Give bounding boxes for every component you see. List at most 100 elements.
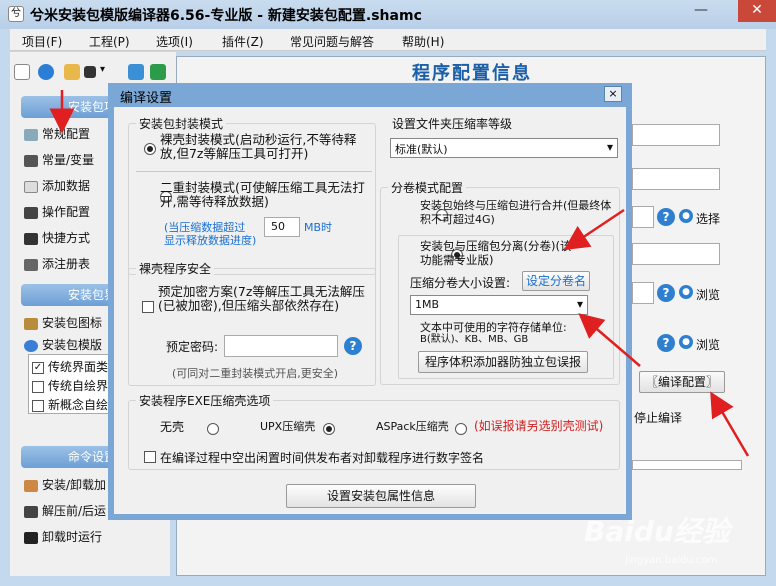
shell-security-label: 裸壳程序安全 bbox=[136, 260, 215, 277]
select-icon: ● bbox=[679, 209, 693, 223]
template-option-2[interactable]: 传统自绘界 bbox=[32, 377, 110, 394]
browse-button[interactable]: 浏览 bbox=[696, 286, 720, 303]
encrypt-label[interactable]: 预定加密方案(7z等解压工具无法解压(已被加密),但压缩头部依然存在) bbox=[158, 285, 370, 313]
config-field-1[interactable] bbox=[632, 124, 720, 146]
sidebar-item-label: 卸载时运行 bbox=[42, 530, 103, 544]
help-icon[interactable]: ? bbox=[657, 334, 675, 352]
threshold-suffix: MB时 bbox=[304, 221, 333, 234]
package-icon bbox=[24, 317, 38, 330]
split-size-label: 压缩分卷大小设置: bbox=[410, 276, 511, 290]
separator bbox=[136, 171, 372, 172]
template-option-1[interactable]: ✓ 传统界面类 bbox=[32, 358, 110, 375]
merge-label[interactable]: 安装包始终与压缩包进行合并(但最终体积不可超过4G) bbox=[420, 199, 616, 227]
sidebar-item-label: 快捷方式 bbox=[42, 231, 91, 245]
aspack-label[interactable]: ASPack压缩壳 bbox=[376, 420, 449, 434]
split-name-button[interactable]: 设定分卷名 bbox=[522, 271, 590, 291]
password-label: 预定密码: bbox=[166, 340, 219, 354]
upx-label[interactable]: UPX压缩壳 bbox=[260, 420, 315, 434]
package-properties-button[interactable]: 设置安装包属性信息 bbox=[286, 484, 476, 508]
template-option-3[interactable]: 新概念自绘 bbox=[32, 396, 110, 413]
sidebar-item-label: 安装/卸载加 bbox=[42, 478, 107, 492]
dialog-title: 编译设置 bbox=[120, 91, 173, 106]
config-field-5[interactable] bbox=[632, 282, 654, 304]
extract-icon bbox=[24, 505, 38, 518]
compress-level-label: 设置文件夹压缩率等级 bbox=[392, 117, 513, 131]
save-icon[interactable] bbox=[84, 66, 96, 78]
compress-level-select[interactable]: 标准(默认) bbox=[390, 138, 618, 158]
sidebar-item-label: 安装包模版 bbox=[42, 338, 103, 352]
split-size-select[interactable]: 1MB bbox=[410, 295, 588, 315]
select-button[interactable]: 选择 bbox=[696, 210, 720, 227]
config-field-3[interactable] bbox=[632, 206, 654, 228]
image-icon[interactable] bbox=[128, 64, 144, 80]
encrypt-checkbox[interactable] bbox=[142, 301, 154, 313]
sidebar-item-template[interactable]: 安装包模版 bbox=[24, 336, 102, 353]
sidebar-item-constants[interactable]: 常量/变量 bbox=[24, 151, 94, 168]
menu-plugins[interactable]: 插件(Z) bbox=[222, 33, 264, 50]
close-icon[interactable]: × bbox=[604, 86, 622, 102]
checkbox[interactable] bbox=[32, 399, 44, 412]
sidebar-item-label: 常规配置 bbox=[42, 127, 91, 141]
radio-upx[interactable] bbox=[323, 422, 336, 435]
exe-shell-label: 安装程序EXE压缩壳选项 bbox=[136, 392, 274, 409]
security-hint: (可同对二重封装模式开启,更安全) bbox=[172, 367, 339, 380]
anti-false-positive-button[interactable]: 程序体积添加器防独立包误报 bbox=[418, 351, 588, 373]
sidebar-item-install[interactable]: 安装/卸载加 bbox=[24, 476, 110, 493]
sidebar-item-extract[interactable]: 解压前/后运 bbox=[24, 502, 110, 519]
menu-options[interactable]: 选项(I) bbox=[156, 33, 193, 50]
new-file-icon[interactable] bbox=[14, 64, 30, 80]
menu-engineering[interactable]: 工程(P) bbox=[89, 33, 130, 50]
radio-no-shell[interactable] bbox=[207, 422, 220, 435]
menu-project[interactable]: 项目(F) bbox=[22, 33, 62, 50]
threshold-input[interactable]: 50 bbox=[264, 217, 300, 237]
double-shell-label[interactable]: 二重封装模式(可使解压缩工具无法打开,需等待释放数据) bbox=[160, 181, 370, 209]
radio-aspack[interactable] bbox=[454, 422, 467, 435]
sidebar-item-icon[interactable]: 安装包图标 bbox=[24, 314, 102, 331]
globe-icon[interactable] bbox=[38, 64, 54, 80]
checkbox[interactable] bbox=[32, 380, 44, 393]
radio-bare-shell[interactable] bbox=[144, 142, 156, 155]
build-icon[interactable] bbox=[150, 64, 166, 80]
template-icon bbox=[24, 339, 38, 352]
sidebar-item-general[interactable]: 常规配置 bbox=[24, 125, 90, 142]
sidebar-item-data[interactable]: 添加数据 bbox=[24, 177, 90, 194]
close-window-button[interactable]: ✕ bbox=[738, 0, 776, 22]
sidebar-item-shortcut[interactable]: 快捷方式 bbox=[24, 229, 90, 246]
config-field-4[interactable] bbox=[632, 243, 720, 265]
split-option-label[interactable]: 安装包与压缩包分离(分卷)(该功能需专业版) bbox=[420, 239, 572, 267]
threshold-prefix: (当压缩数据超过 bbox=[164, 221, 246, 234]
sidebar-item-operations[interactable]: 操作配置 bbox=[24, 203, 90, 220]
watermark-logo: Baidu经验 bbox=[584, 515, 730, 548]
chat-icon bbox=[24, 128, 38, 141]
help-icon[interactable]: ? bbox=[344, 337, 362, 355]
title-bar: 兮 兮米安装包模版编译器6.56-专业版 - 新建安装包配置.shamc — ✕ bbox=[0, 0, 776, 29]
config-field-2[interactable] bbox=[632, 168, 720, 190]
open-folder-icon[interactable] bbox=[64, 64, 80, 80]
bare-shell-label[interactable]: 裸壳封装模式(启动秒运行,不等待释放,但7z等解压工具可打开) bbox=[160, 133, 370, 161]
browse-icon: ● bbox=[679, 285, 693, 299]
sidebar-item-uninstall[interactable]: 卸载时运行 bbox=[24, 528, 102, 545]
password-input[interactable] bbox=[224, 335, 338, 357]
sidebar-item-label: 添加数据 bbox=[42, 179, 91, 193]
app-icon: 兮 bbox=[8, 6, 24, 22]
menu-faq[interactable]: 常见问题与解答 bbox=[290, 33, 374, 50]
sign-label[interactable]: 在编译过程中空出闲置时间供发布者对卸载程序进行数字签名 bbox=[160, 451, 484, 465]
sidebar-item-label: 操作配置 bbox=[42, 205, 91, 219]
compile-config-button[interactable]: 〖编译配置〗 bbox=[639, 371, 725, 393]
window-title: 兮米安装包模版编译器6.56-专业版 - 新建安装包配置.shamc bbox=[30, 8, 422, 24]
checkbox[interactable]: ✓ bbox=[32, 361, 44, 374]
minimize-button[interactable]: — bbox=[686, 0, 716, 22]
browse-button[interactable]: 浏览 bbox=[696, 336, 720, 353]
sign-checkbox[interactable] bbox=[144, 451, 156, 463]
split-size-value: 1MB bbox=[415, 298, 440, 311]
no-shell-label[interactable]: 无壳 bbox=[160, 420, 184, 434]
menu-help[interactable]: 帮助(H) bbox=[402, 33, 444, 50]
help-icon[interactable]: ? bbox=[657, 208, 675, 226]
help-icon[interactable]: ? bbox=[657, 284, 675, 302]
stop-compile-label[interactable]: 停止编译 bbox=[634, 409, 682, 426]
arrows-icon bbox=[24, 232, 38, 245]
sidebar-item-label: 安装包图标 bbox=[42, 316, 103, 330]
dropdown-icon[interactable]: ▾ bbox=[100, 64, 116, 80]
install-icon bbox=[24, 479, 38, 492]
sidebar-item-registry[interactable]: 添注册表 bbox=[24, 255, 90, 272]
